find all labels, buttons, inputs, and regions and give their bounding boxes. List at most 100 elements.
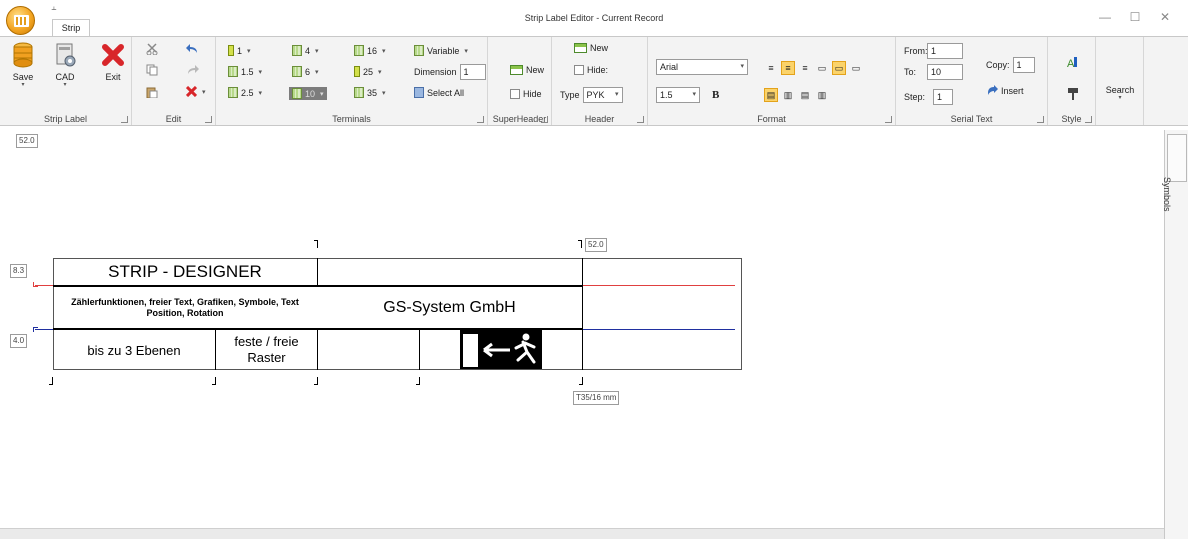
group-label-terminals: Terminals xyxy=(332,114,371,124)
cad-label: CAD xyxy=(55,72,75,82)
bold-button[interactable]: B xyxy=(712,89,719,101)
terminal-size-10[interactable]: 10 ▾ xyxy=(289,87,327,100)
terminal-size-16[interactable]: 16 ▾ xyxy=(354,45,386,56)
symbols-tab-label: Symbols xyxy=(1162,177,1172,212)
delete-button[interactable]: ▾ xyxy=(186,86,206,97)
select-all-button[interactable]: Select All xyxy=(414,87,464,98)
valign-bottom-icon[interactable]: ▭ xyxy=(849,61,863,75)
terminal-icon xyxy=(354,66,360,77)
header-length-tag: 52.0 xyxy=(585,238,607,252)
section-marker[interactable] xyxy=(416,377,420,385)
tab-strip[interactable]: Strip xyxy=(52,19,90,37)
copy-icon xyxy=(146,64,158,76)
section-marker[interactable] xyxy=(314,377,318,385)
align-center-icon[interactable]: ≡ xyxy=(781,61,795,75)
cell-features[interactable]: Zählerfunktionen, freier Text, Grafiken,… xyxy=(58,287,312,328)
cell-strip-designer[interactable]: STRIP - DESIGNER xyxy=(53,258,317,285)
dialog-launcher-icon[interactable] xyxy=(1037,116,1044,123)
header-new-button[interactable]: New xyxy=(574,43,608,53)
maximize-button[interactable]: ☐ xyxy=(1126,10,1144,24)
column-separator xyxy=(317,329,318,370)
terminal-size-1[interactable]: 1 ▾ xyxy=(228,45,251,56)
blue-line-stub xyxy=(33,327,38,332)
emergency-exit-sign-icon[interactable] xyxy=(460,330,542,369)
save-button[interactable]: Save ▾ xyxy=(6,41,40,88)
rotate-180-icon[interactable]: ▤ xyxy=(798,88,812,102)
cell-company[interactable]: GS-System GmbH xyxy=(317,287,582,328)
style-color-icon[interactable]: A xyxy=(1066,55,1080,69)
rotate-90-icon[interactable]: ▥ xyxy=(781,88,795,102)
paste-icon xyxy=(146,87,158,98)
insert-button[interactable]: Insert xyxy=(986,85,1024,96)
horizontal-scrollbar[interactable] xyxy=(0,528,1164,539)
cad-gear-icon xyxy=(56,43,76,67)
close-button[interactable]: ✕ xyxy=(1156,10,1174,24)
terminal-size-2-5[interactable]: 2.5 ▾ xyxy=(228,87,262,98)
cad-button[interactable]: CAD ▾ xyxy=(48,41,82,88)
terminal-size-1-5[interactable]: 1.5 ▾ xyxy=(228,66,262,77)
alignment-toolbar: ≡ ≡ ≡ ▭ ▭ ▭ xyxy=(764,61,863,75)
minimize-button[interactable]: — xyxy=(1096,10,1114,24)
header-new-label: New xyxy=(590,43,609,53)
group-label-strip-label: Strip Label xyxy=(43,114,88,124)
terminal-size-25[interactable]: 25 ▾ xyxy=(354,66,382,77)
format-painter-icon[interactable] xyxy=(1066,87,1080,101)
dialog-launcher-icon[interactable] xyxy=(205,116,212,123)
header-type-select[interactable]: PYK ▾ xyxy=(582,87,623,103)
ribbon: Save ▾ CAD ▾ Exit Strip Label ▾ Edit 1 ▾… xyxy=(0,36,1188,126)
rotate-270-icon[interactable]: ▥ xyxy=(815,88,829,102)
dialog-launcher-icon[interactable] xyxy=(1085,116,1092,123)
copy-button[interactable] xyxy=(146,64,158,76)
superheader-new-button[interactable]: New xyxy=(510,65,544,75)
title-bar: ⫠ Strip Label Editor - Current Record — … xyxy=(0,0,1188,36)
dialog-launcher-icon[interactable] xyxy=(637,116,644,123)
group-label-edit: Edit xyxy=(165,114,182,124)
terminal-size-6[interactable]: 6 ▾ xyxy=(292,66,319,77)
align-right-icon[interactable]: ≡ xyxy=(798,61,812,75)
dimension-label: Dimension xyxy=(414,67,457,77)
paste-button[interactable] xyxy=(146,86,158,98)
dialog-launcher-icon[interactable] xyxy=(477,116,484,123)
group-serial-text: From: 1 To: 10 Step: 1 Copy: 1 Insert Se… xyxy=(896,37,1048,125)
cell-levels[interactable]: bis zu 3 Ebenen xyxy=(53,330,215,370)
serial-to-input[interactable]: 10 xyxy=(927,64,963,80)
dimension-input[interactable]: 1 xyxy=(459,64,486,80)
serial-from-input[interactable]: 1 xyxy=(927,43,963,59)
section-marker[interactable] xyxy=(578,240,582,248)
dialog-launcher-icon[interactable] xyxy=(541,116,548,123)
cell-grid[interactable]: feste / freie Raster xyxy=(216,330,317,370)
copy-count-input[interactable]: 1 xyxy=(1012,57,1035,73)
group-label-header: Header xyxy=(584,114,615,124)
row-height-tag-2: 4.0 xyxy=(10,334,28,348)
section-marker[interactable] xyxy=(314,240,318,248)
align-left-icon[interactable]: ≡ xyxy=(764,61,778,75)
terminal-size-35[interactable]: 35 ▾ xyxy=(354,87,386,98)
section-marker[interactable] xyxy=(212,377,216,385)
dialog-launcher-icon[interactable] xyxy=(885,116,892,123)
select-all-icon xyxy=(414,87,424,98)
valign-top-icon[interactable]: ▭ xyxy=(815,61,829,75)
terminal-size-label: 1 xyxy=(237,45,243,56)
font-select[interactable]: Arial ▾ xyxy=(656,59,748,75)
dialog-launcher-icon[interactable] xyxy=(121,116,128,123)
undo-button[interactable] xyxy=(186,43,199,55)
exit-button[interactable]: Exit xyxy=(96,41,130,82)
superheader-hide-button[interactable]: Hide xyxy=(510,89,542,99)
rotate-0-icon[interactable]: ▤ xyxy=(764,88,778,102)
cell-grid-line-2: Raster xyxy=(247,350,286,365)
font-size-select[interactable]: 1.5 ▾ xyxy=(656,87,700,103)
serial-step-input[interactable]: 1 xyxy=(933,89,953,105)
section-marker[interactable] xyxy=(579,377,583,385)
redo-button[interactable] xyxy=(186,64,199,76)
symbols-panel-tab[interactable]: Symbols xyxy=(1162,134,1187,212)
cut-button[interactable] xyxy=(146,43,158,55)
terminal-icon xyxy=(414,45,424,56)
valign-middle-icon[interactable]: ▭ xyxy=(832,61,846,75)
row-height-tag-1: 8.3 xyxy=(10,264,28,278)
header-hide-button[interactable]: Hide: xyxy=(574,65,608,75)
section-marker[interactable] xyxy=(49,377,53,385)
variable-button[interactable]: Variable ▾ xyxy=(414,45,468,56)
terminal-icon xyxy=(292,88,302,99)
terminal-size-4[interactable]: 4 ▾ xyxy=(292,45,319,56)
search-button[interactable]: Search ▾ xyxy=(1103,85,1137,101)
